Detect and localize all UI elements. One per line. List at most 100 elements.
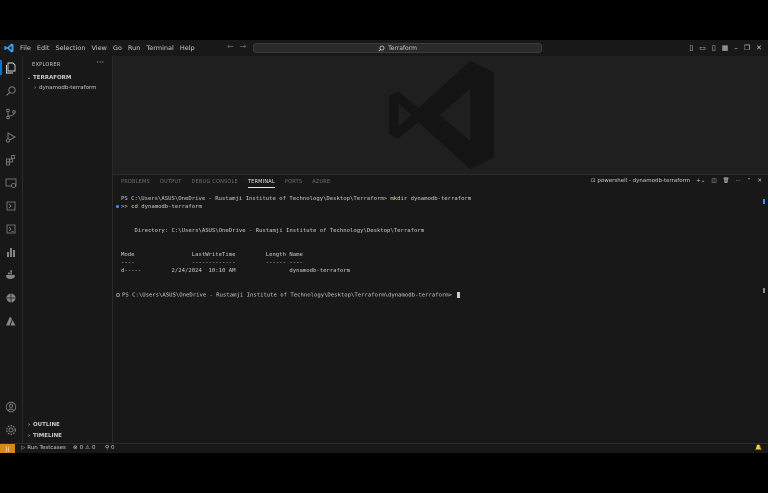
close-panel-icon[interactable]: ✕ <box>757 178 762 184</box>
bell-icon: 🔔 <box>755 445 762 451</box>
minimize-icon[interactable]: – <box>734 43 738 53</box>
back-arrow-icon[interactable]: ← <box>227 42 240 51</box>
panel-actions: ⊡ powershell - dynamodb-terraform +⌄ ◫ 🗑… <box>591 178 762 184</box>
menu-terminal[interactable]: Terminal <box>146 44 173 52</box>
run-testcases-label: Run Testcases <box>27 445 66 451</box>
menu-run[interactable]: Run <box>128 44 140 52</box>
terminal-tool-icon[interactable] <box>5 223 17 235</box>
warning-icon: ⚠ <box>85 445 91 451</box>
tab-output[interactable]: OUTPUT <box>160 179 182 188</box>
remote-explorer-icon[interactable] <box>5 177 17 189</box>
testing-icon[interactable] <box>5 200 17 212</box>
tree-item-label: dynamodb-terraform <box>39 85 97 91</box>
kill-terminal-icon[interactable]: 🗑 <box>723 178 730 184</box>
play-icon: ▷ <box>21 445 26 451</box>
bar-chart-icon[interactable] <box>5 246 17 258</box>
panel-tabs: PROBLEMS OUTPUT DEBUG CONSOLE TERMINAL P… <box>121 179 330 188</box>
terminal-name: powershell - dynamodb-terraform <box>597 178 691 184</box>
terminal-selector[interactable]: ⊡ powershell - dynamodb-terraform <box>591 178 690 184</box>
command-center-search[interactable]: Terraform <box>253 43 542 53</box>
globe-icon[interactable] <box>5 292 17 304</box>
terminal-line: Directory: C:\Users\ASUS\OneDrive - Rust… <box>121 228 425 234</box>
error-icon: ⊗ <box>73 445 78 451</box>
folder-root-label: TERRAFORM <box>33 75 72 81</box>
tree-item-dynamodb-terraform[interactable]: › dynamodb-terraform <box>31 85 96 91</box>
timeline-label: TIMELINE <box>33 433 62 439</box>
ports-icon: ⚲ <box>105 445 110 451</box>
tab-problems[interactable]: PROBLEMS <box>121 179 150 188</box>
run-debug-icon[interactable] <box>5 131 17 143</box>
outline-section[interactable]: › OUTLINE <box>25 422 60 428</box>
tab-terminal[interactable]: TERMINAL <box>247 179 275 188</box>
vscode-window: File Edit Selection View Go Run Terminal… <box>0 40 768 453</box>
remote-icon: ⟩⟨ <box>5 445 10 453</box>
toggle-secondary-sidebar-icon[interactable]: ▯ <box>712 43 716 53</box>
more-actions-icon[interactable]: ··· <box>96 58 104 67</box>
prompt-circle-icon <box>116 293 120 297</box>
command-success-dot <box>116 205 119 208</box>
more-icon[interactable]: ··· <box>736 178 741 184</box>
maximize-panel-icon[interactable]: ⌃ <box>747 178 752 184</box>
extensions-icon[interactable] <box>5 154 17 166</box>
status-bar: ⟩⟨ ▷ Run Testcases ⊗ 0 ⚠ 0 ⚲ 0 🔔 <box>0 443 768 453</box>
tab-azure[interactable]: AZURE <box>312 179 330 188</box>
search-icon <box>378 45 385 51</box>
menu-help[interactable]: Help <box>180 44 195 52</box>
ports-count: 0 <box>111 445 115 451</box>
chevron-right-icon: › <box>34 85 36 91</box>
active-indicator <box>0 60 2 75</box>
docker-icon[interactable] <box>5 269 17 281</box>
tab-debug-console[interactable]: DEBUG CONSOLE <box>191 179 237 188</box>
menu-file[interactable]: File <box>20 44 31 52</box>
split-terminal-icon[interactable]: ◫ <box>711 178 716 184</box>
scrollbar-marker <box>763 199 765 204</box>
problems-indicator[interactable]: ⊗ 0 ⚠ 0 <box>73 445 96 451</box>
notifications-button[interactable]: 🔔 <box>755 445 762 451</box>
outline-label: OUTLINE <box>33 422 60 428</box>
terminal-line: d----- 2/24/2024 10:10 AM dynamodb-terra… <box>121 268 351 274</box>
toggle-panel-icon[interactable]: ▭ <box>699 43 706 53</box>
restore-icon[interactable]: ❐ <box>744 43 750 53</box>
remote-indicator[interactable]: ⟩⟨ <box>0 444 15 453</box>
azure-icon[interactable] <box>5 315 17 327</box>
settings-gear-icon[interactable] <box>5 424 17 436</box>
terminal-line: >> cd dynamodb-terraform <box>116 204 202 210</box>
terminal-cursor <box>457 292 461 298</box>
bottom-panel: PROBLEMS OUTPUT DEBUG CONSOLE TERMINAL P… <box>113 174 768 444</box>
explorer-icon[interactable] <box>5 62 17 74</box>
source-control-icon[interactable] <box>5 108 17 120</box>
new-terminal-icon[interactable]: +⌄ <box>696 178 705 184</box>
tab-ports[interactable]: PORTS <box>285 179 302 188</box>
close-window-icon[interactable]: ✕ <box>756 43 762 53</box>
nav-arrows: ←→ <box>227 42 252 51</box>
error-count: 0 <box>79 445 84 451</box>
menu-bar: File Edit Selection View Go Run Terminal… <box>20 40 201 56</box>
run-testcases-button[interactable]: ▷ Run Testcases <box>21 445 66 451</box>
explorer-sidebar: EXPLORER ··· ⌄ TERRAFORM › dynamodb-terr… <box>23 56 113 443</box>
search-text: Terraform <box>388 44 417 52</box>
customize-layout-icon[interactable]: ▦ <box>722 43 729 53</box>
search-sidebar-icon[interactable] <box>5 85 17 97</box>
warning-count: 0 <box>92 445 96 451</box>
title-bar: File Edit Selection View Go Run Terminal… <box>0 40 768 56</box>
explorer-title: EXPLORER <box>32 62 61 68</box>
menu-selection[interactable]: Selection <box>55 44 85 52</box>
terminal-line: PS C:\Users\ASUS\OneDrive - Rustamji Ins… <box>121 196 472 202</box>
ports-indicator[interactable]: ⚲ 0 <box>105 445 115 451</box>
forward-arrow-icon[interactable]: → <box>240 42 253 51</box>
toggle-sidebar-icon[interactable]: ▯ <box>689 43 693 53</box>
menu-view[interactable]: View <box>91 44 106 52</box>
account-icon[interactable] <box>5 401 17 413</box>
window-controls: ▯ ▭ ▯ ▦ – ❐ ✕ <box>689 43 762 53</box>
chevron-down-icon: ⌄ <box>26 75 32 81</box>
terminal-line: Mode LastWriteTime Length Name <box>121 252 303 258</box>
folder-root[interactable]: ⌄ TERRAFORM <box>25 75 72 81</box>
menu-edit[interactable]: Edit <box>37 44 50 52</box>
vscode-watermark-icon <box>388 60 494 170</box>
menu-go[interactable]: Go <box>113 44 122 52</box>
timeline-section[interactable]: › TIMELINE <box>25 433 62 439</box>
editor-area <box>113 56 768 174</box>
chevron-right-icon: › <box>27 422 31 428</box>
scrollbar-marker <box>763 288 765 293</box>
terminal-line: PS C:\Users\ASUS\OneDrive - Rustamji Ins… <box>116 292 461 299</box>
